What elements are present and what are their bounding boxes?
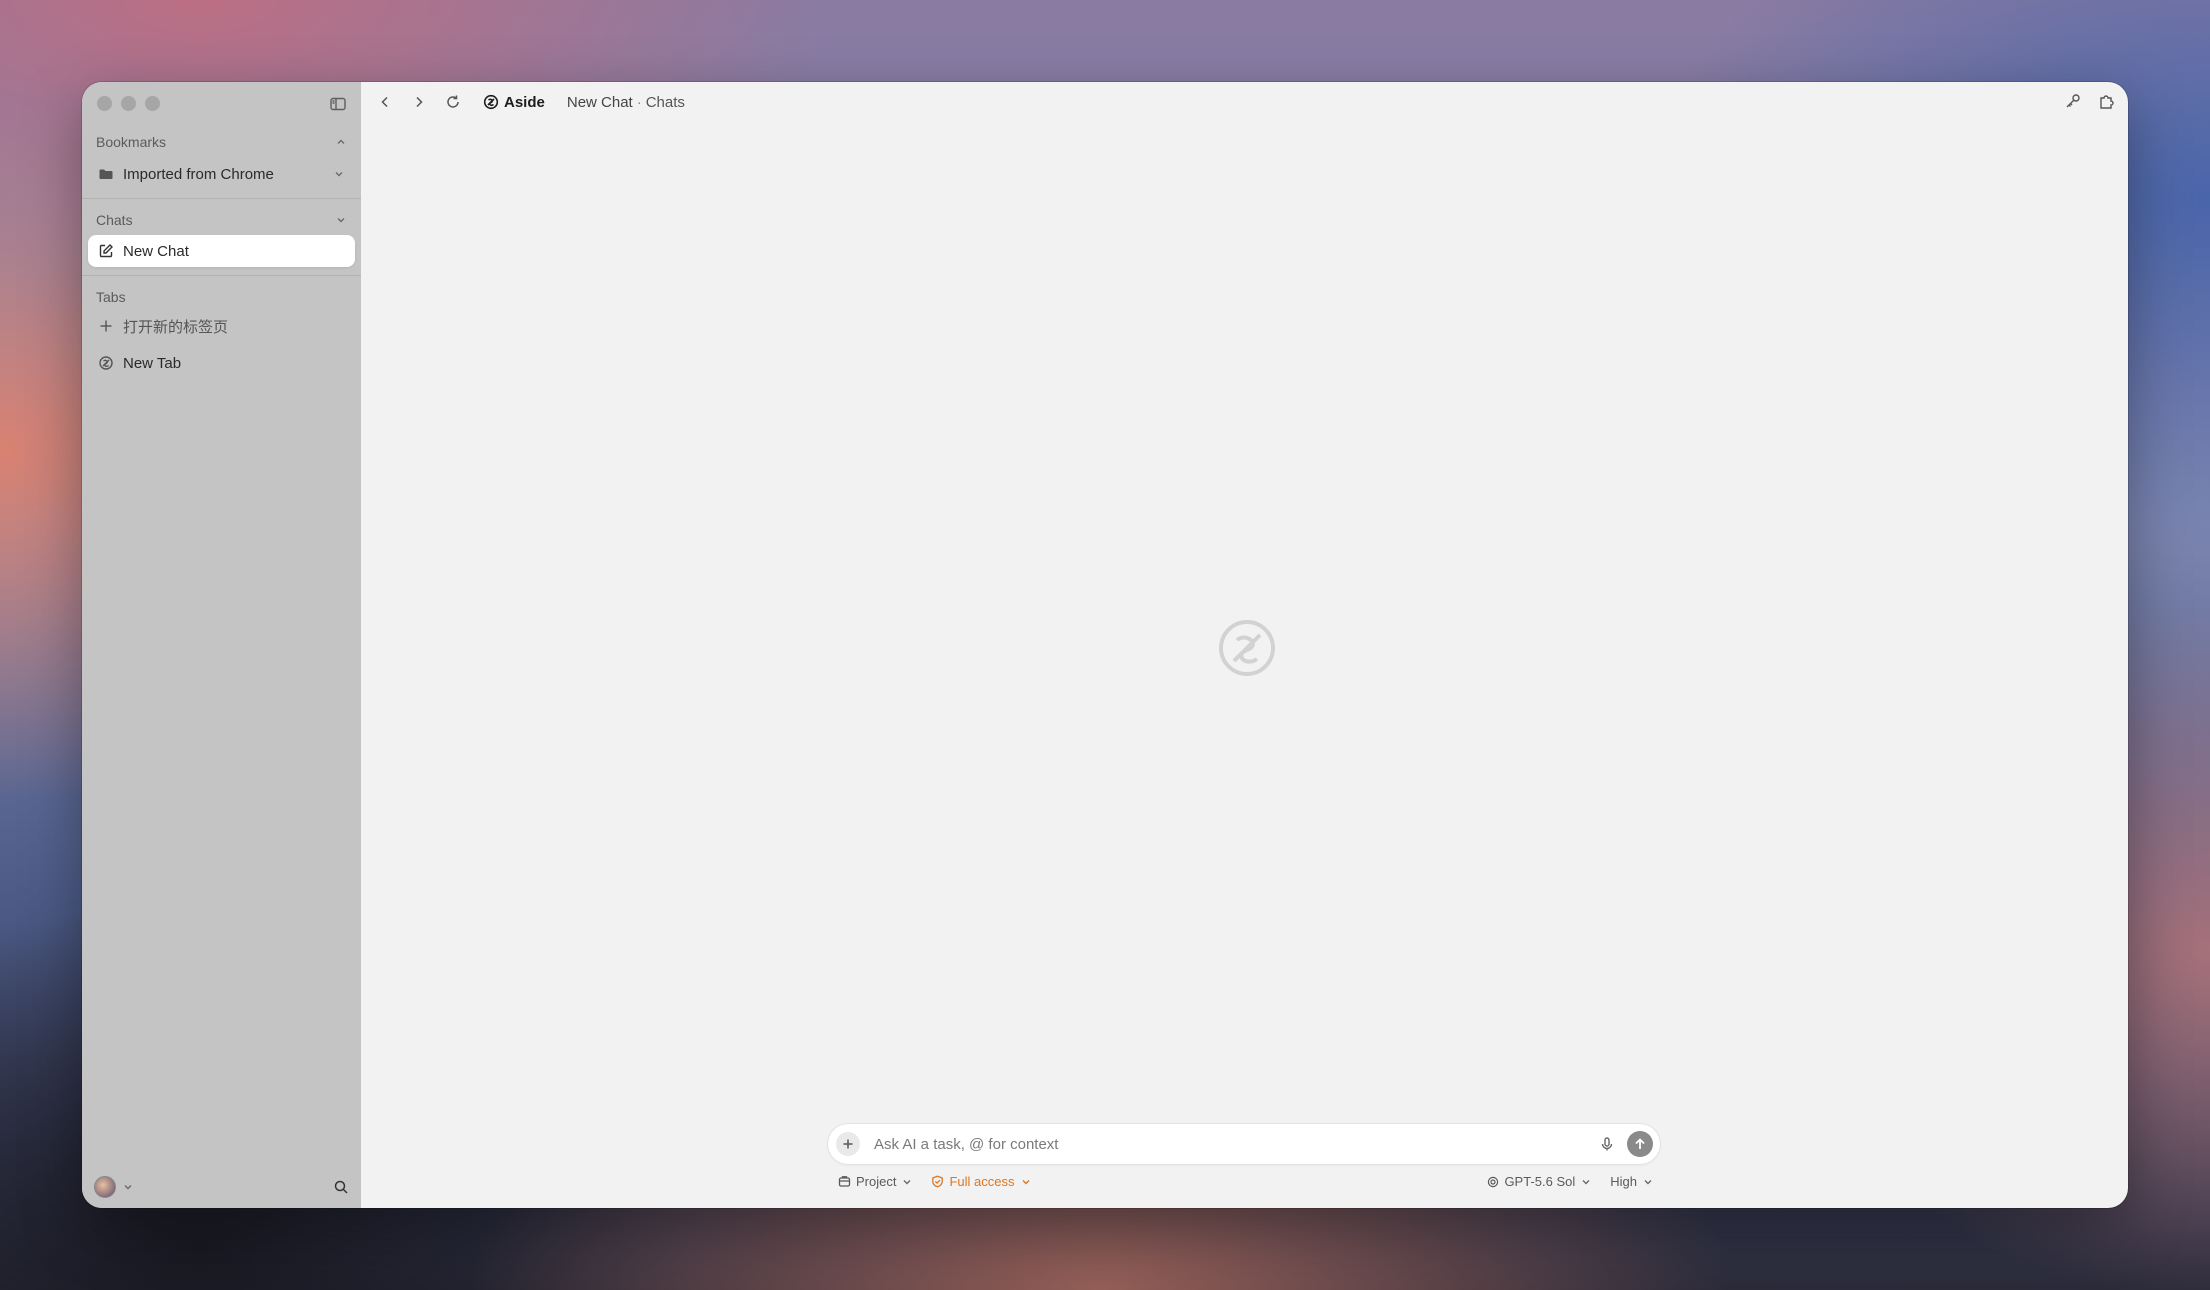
chevron-down-icon [124, 1185, 132, 1190]
chats-header-label: Chats [96, 212, 133, 228]
window-controls [97, 96, 160, 111]
send-button[interactable] [1627, 1131, 1653, 1157]
toolbar-right [2064, 92, 2116, 110]
avatar [94, 1176, 116, 1198]
forward-button[interactable] [409, 92, 429, 112]
sidebar-toggle-icon[interactable] [329, 95, 347, 113]
reload-button[interactable] [443, 92, 463, 112]
close-window-button[interactable] [97, 96, 112, 111]
sidebar-divider [82, 275, 361, 276]
chevron-down-icon [335, 172, 343, 177]
zoom-window-button[interactable] [145, 96, 160, 111]
chevron-down-icon [903, 1179, 911, 1184]
project-label: Project [856, 1174, 897, 1189]
brand-label: Aside [504, 93, 545, 111]
bookmarks-header-label: Bookmarks [96, 134, 167, 150]
chat-input[interactable] [872, 1134, 1599, 1154]
bookmarks-section-header[interactable]: Bookmarks [96, 134, 347, 150]
model-selector[interactable]: GPT-5.6 Sol [1487, 1174, 1592, 1189]
chats-section-header[interactable]: Chats [96, 212, 347, 228]
arrow-up-icon [1635, 1138, 1645, 1149]
sidebar-divider [82, 198, 361, 199]
chevron-down-icon [337, 218, 345, 223]
search-icon[interactable] [333, 1179, 349, 1195]
key-icon[interactable] [2064, 92, 2082, 110]
access-selector[interactable]: Full access [931, 1174, 1031, 1189]
compose-icon [99, 244, 113, 258]
toolbar: Aside New Chat · Chats [361, 82, 2128, 122]
extensions-icon[interactable] [2098, 92, 2116, 110]
open-new-tab-button[interactable]: 打开新的标签页 [88, 310, 355, 342]
plus-icon [100, 320, 112, 332]
main-panel: Aside New Chat · Chats Ask AI a task, @ … [361, 82, 2128, 1208]
shield-check-icon [932, 1175, 944, 1188]
bookmark-folder-label: Imported from Chrome [123, 165, 274, 183]
profile-menu[interactable] [94, 1176, 134, 1198]
chevron-up-icon [337, 139, 345, 144]
folder-icon [99, 169, 113, 179]
access-label: Full access [949, 1174, 1015, 1189]
tabs-section-header: Tabs [96, 289, 347, 305]
breadcrumb-separator: · [636, 93, 642, 111]
aside-logo-icon [1219, 620, 1275, 676]
aside-logo-icon [483, 94, 499, 110]
chevron-right-icon [416, 96, 423, 108]
effort-selector[interactable]: High [1610, 1174, 1654, 1189]
tab-item-label: New Tab [123, 354, 182, 372]
project-selector[interactable]: Project [838, 1174, 913, 1189]
sidebar-item-new-tab[interactable]: New Tab [88, 347, 355, 379]
app-window: Bookmarks Imported from Chrome Chats New… [82, 82, 2128, 1208]
breadcrumb-section[interactable]: Chats [646, 94, 685, 111]
chevron-down-icon [1644, 1179, 1652, 1184]
composer-options: Project Full access GPT-5.6 Sol High [838, 1174, 1654, 1189]
chat-item-label: New Chat [123, 242, 189, 260]
model-icon [1488, 1176, 1499, 1187]
chat-composer [828, 1124, 1660, 1164]
microphone-icon[interactable] [1599, 1136, 1615, 1152]
open-new-tab-label: 打开新的标签页 [123, 318, 229, 336]
add-context-button[interactable] [836, 1132, 860, 1156]
plus-icon [843, 1139, 853, 1149]
minimize-window-button[interactable] [121, 96, 136, 111]
model-label: GPT-5.6 Sol [1504, 1174, 1576, 1189]
chevron-left-icon [381, 96, 388, 108]
chevron-down-icon [1022, 1179, 1029, 1184]
reload-icon [447, 95, 459, 108]
aside-logo-icon [99, 356, 113, 370]
effort-label: High [1610, 1174, 1637, 1189]
project-icon [838, 1176, 851, 1187]
sidebar-footer [94, 1176, 349, 1198]
back-button[interactable] [375, 92, 395, 112]
sidebar-item-new-chat[interactable]: New Chat [88, 235, 355, 267]
chevron-down-icon [1582, 1179, 1590, 1184]
sidebar: Bookmarks Imported from Chrome Chats New… [82, 82, 361, 1208]
breadcrumb-title: New Chat [566, 93, 633, 111]
aside-brand[interactable]: Aside [483, 94, 545, 111]
bookmark-folder-imported[interactable]: Imported from Chrome [88, 158, 355, 190]
tabs-header-label: Tabs [96, 289, 126, 305]
